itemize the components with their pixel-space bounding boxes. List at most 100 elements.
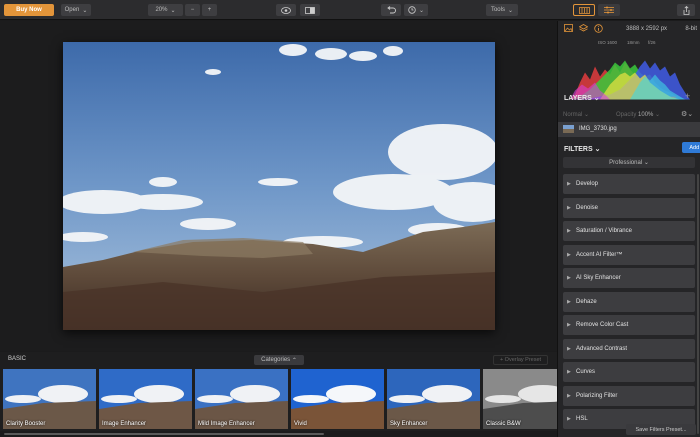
photo-preview[interactable] (63, 42, 495, 330)
share-button[interactable] (677, 4, 695, 16)
preset-label: Classic B&W (486, 421, 521, 427)
preset-thumb[interactable]: Classic B&W (483, 369, 557, 429)
preset-thumbnails: Clarity Booster Image Enhancer Mild Imag… (0, 368, 557, 431)
history-icon (408, 6, 416, 14)
filter-item-advanced-contrast[interactable]: ▶ Advanced Contrast (563, 338, 695, 359)
categories-dropdown[interactable]: Categories ⌃ (254, 355, 304, 365)
layers-icon[interactable] (578, 24, 588, 34)
filter-label: HSL (576, 416, 588, 422)
presets-scrollbar[interactable] (0, 432, 557, 437)
share-icon (683, 5, 689, 15)
preset-label: Vivid (294, 421, 307, 427)
profile-value: Professional (609, 159, 643, 166)
right-panel: 3888 x 2592 px 8-bit ISO 1600 18mm f/26 … (557, 21, 700, 437)
blend-mode-select[interactable]: Normal ⌄ (563, 111, 589, 118)
undo-button[interactable] (381, 4, 401, 16)
image-icon[interactable] (563, 24, 573, 34)
caret-right-icon: ▶ (567, 298, 571, 305)
add-filters-button[interactable]: Add Filters (682, 142, 700, 153)
buy-now-button[interactable]: Buy Now (4, 4, 54, 16)
layers-header[interactable]: LAYERS ⌄ (564, 94, 600, 102)
caret-right-icon: ▶ (567, 322, 571, 328)
filter-label: Dehaze (576, 298, 597, 305)
layer-item[interactable]: IMG_3730.jpg (558, 122, 700, 137)
preset-thumb[interactable]: Image Enhancer (99, 369, 192, 429)
opacity-label: Opacity (616, 112, 637, 118)
filter-item-develop[interactable]: ▶ Develop (563, 174, 695, 194)
preset-preview (483, 369, 557, 429)
preset-preview (291, 369, 384, 429)
filter-item-curves[interactable]: ▶ Curves (563, 362, 695, 382)
filter-item-remove-color-cast[interactable]: ▶ Remove Color Cast (563, 315, 695, 335)
top-toolbar: Buy Now Open ⌄ 20% ⌄ − + ⌄ Tools ⌄ (0, 0, 700, 20)
panel-scrollbar[interactable] (697, 174, 699, 434)
zoom-in-button[interactable]: + (202, 4, 217, 16)
workspace-profile-select[interactable]: Professional ⌄ (563, 157, 695, 168)
remove-layer-button[interactable]: − (671, 92, 676, 102)
bit-depth: 8-bit (685, 26, 697, 32)
filter-label: Curves (576, 369, 596, 375)
preset-label: Mild Image Enhancer (198, 421, 255, 427)
filter-label: Saturation / Vibrance (576, 228, 632, 234)
exif-fnumber: f/26 (648, 40, 656, 45)
chevron-down-icon: ⌄ (594, 146, 601, 153)
scrollbar-thumb[interactable] (4, 433, 324, 435)
image-canvas[interactable] (0, 21, 557, 351)
tools-menu-button[interactable]: Tools ⌄ (486, 4, 518, 16)
filter-item-denoise[interactable]: ▶ Denoise (563, 197, 695, 218)
preset-preview (387, 369, 480, 429)
filter-label: Denoise (576, 204, 599, 211)
filter-item-ai-sky-enhancer[interactable]: ▶ AI Sky Enhancer (563, 268, 695, 288)
caret-right-icon: ▶ (567, 275, 571, 281)
info-icon[interactable] (593, 24, 603, 34)
preset-label: Clarity Booster (6, 421, 46, 427)
caret-right-icon: ▶ (567, 345, 571, 352)
filter-label: Advanced Contrast (576, 345, 628, 352)
open-button[interactable]: Open ⌄ (61, 4, 91, 16)
exif-focal: 18mm (627, 40, 640, 45)
filter-list: ▶ Develop ▶ Denoise ▶ Saturation / Vibrance… (563, 174, 695, 433)
sliders-icon (604, 6, 614, 14)
open-label: Open (64, 7, 80, 13)
filter-label: AI Sky Enhancer (576, 275, 621, 281)
tools-label: Tools (490, 7, 505, 13)
save-filters-preset-button[interactable]: Save Filters Preset... (626, 424, 696, 435)
filter-item-dehaze[interactable]: ▶ Dehaze (563, 291, 695, 312)
preset-label: Image Enhancer (102, 421, 147, 427)
preset-thumb[interactable]: Clarity Booster (3, 369, 96, 429)
preset-thumb[interactable]: Vivid (291, 369, 384, 429)
blend-mode-value: Normal (563, 112, 583, 118)
compare-button[interactable] (300, 4, 320, 16)
filter-label: Accent AI Filter™ (576, 251, 623, 258)
gear-icon[interactable]: ⚙⌄ (681, 110, 693, 118)
add-layer-button[interactable]: + (685, 91, 690, 101)
chevron-down-icon: ⌄ (593, 95, 600, 102)
filters-panel-toggle-button[interactable] (573, 4, 595, 16)
undo-icon (386, 6, 396, 14)
chevron-down-icon: ⌄ (584, 112, 590, 118)
preview-toggle-button[interactable] (276, 4, 296, 16)
caret-right-icon: ▶ (567, 204, 571, 211)
zoom-value: 20% (155, 7, 168, 13)
preset-label: Sky Enhancer (390, 421, 428, 427)
opacity-control[interactable]: Opacity 100% ⌄ (616, 111, 660, 118)
filter-item-polarizing[interactable]: ▶ Polarizing Filter (563, 385, 695, 406)
zoom-select[interactable]: 20% ⌄ (148, 4, 183, 16)
caret-right-icon: ▶ (567, 392, 571, 399)
image-info-row: 3888 x 2592 px 8-bit (563, 24, 697, 36)
chevron-down-icon: ⌄ (655, 112, 661, 118)
adjustments-toggle-button[interactable] (598, 4, 620, 16)
filters-panel-icon (578, 6, 590, 14)
overlay-preset-button[interactable]: + Overlay Preset (493, 355, 548, 365)
filter-item-saturation-vibrance[interactable]: ▶ Saturation / Vibrance (563, 221, 695, 241)
preset-thumb[interactable]: Mild Image Enhancer (195, 369, 288, 429)
chevron-up-icon: ⌃ (291, 357, 297, 364)
filters-header[interactable]: FILTERS ⌄ (564, 145, 600, 153)
chevron-down-icon: ⌄ (643, 160, 649, 166)
history-button[interactable]: ⌄ (404, 4, 428, 16)
filter-item-accent-ai[interactable]: ▶ Accent AI Filter™ (563, 244, 695, 265)
zoom-out-button[interactable]: − (185, 4, 200, 16)
landscape-photo (63, 42, 495, 330)
filter-label: Develop (576, 181, 599, 187)
preset-thumb[interactable]: Sky Enhancer (387, 369, 480, 429)
